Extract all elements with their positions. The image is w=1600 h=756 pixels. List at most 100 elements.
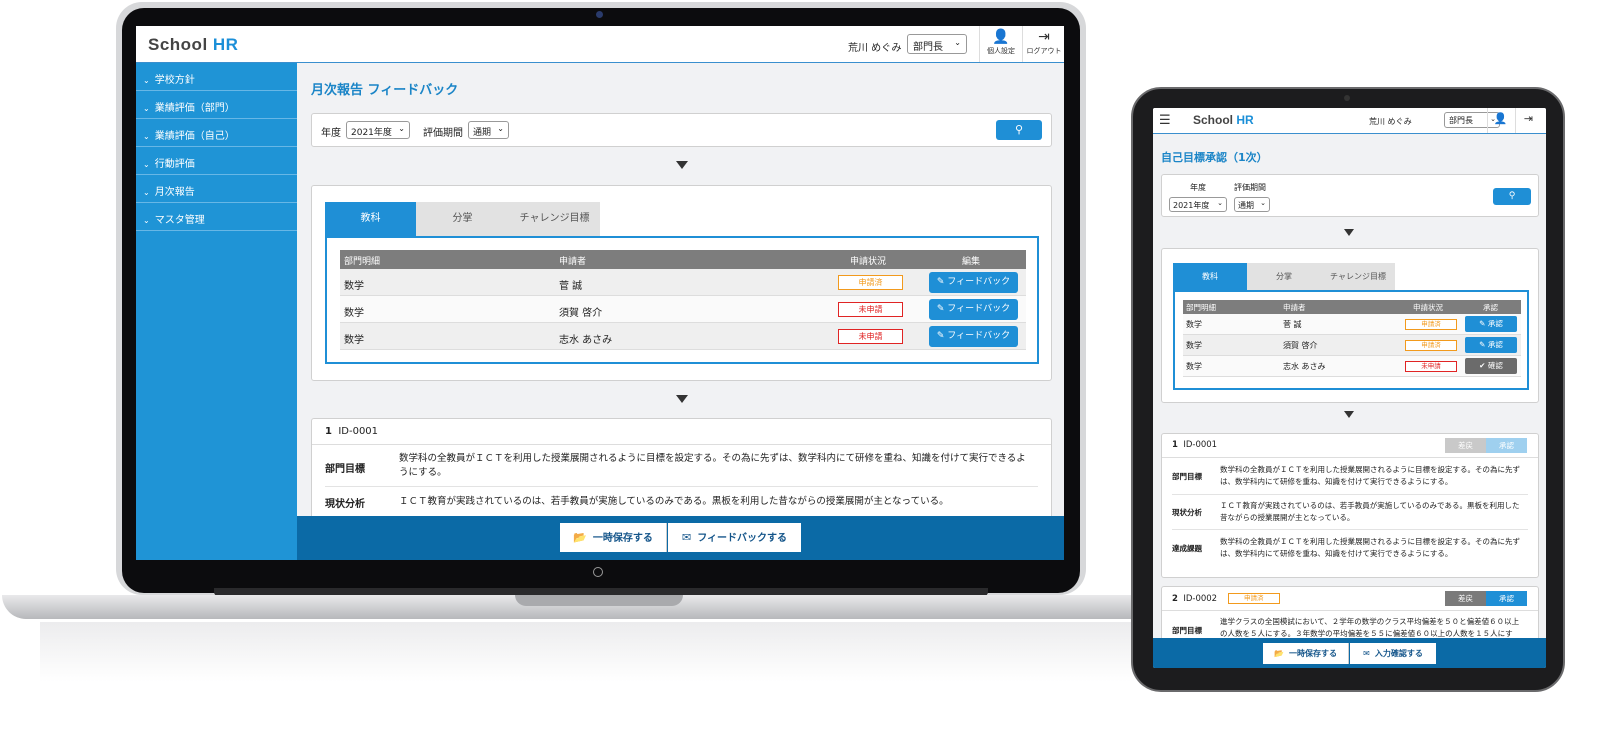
app-logo[interactable]: School HR <box>148 35 238 55</box>
detail-row: 現状分析 ＩＣＴ教育が実践されているのは、若手教員が実施しているのみである。黒板… <box>1172 495 1528 530</box>
tab-challenge[interactable]: チャレンジ目標 <box>509 202 600 236</box>
tablet-header: ☰ School HR 荒川 めぐみ 部門長 ⌄ 👤 ⇥ <box>1153 108 1546 134</box>
tab-duty[interactable]: 分掌 <box>1247 263 1321 290</box>
tab-subject[interactable]: 教科 <box>1173 263 1247 290</box>
feedback-icon: ✉ <box>681 531 692 544</box>
table-row: 数学 須賀 啓介 申請済 ✎ 承認 <box>1183 335 1521 356</box>
tab-duty[interactable]: 分掌 <box>416 202 509 236</box>
chevron-down-icon: ⌄ <box>143 132 150 141</box>
chevron-down-icon: ⌄ <box>143 104 150 113</box>
action-bar: 📂 一時保存する ✉ フィードバックする <box>297 516 1064 560</box>
sidebar: ⌄ 学校方針 ⌄ 業績評価（部門） ⌄ 業績評価（自己） ⌄ 行動評価 ⌄ 月次報告 ⌄ マ… <box>136 63 297 560</box>
table-row: 数学 志水 あさみ 未申請 ✎ フィードバック <box>340 323 1026 350</box>
chevron-down-icon: ⌄ <box>143 216 150 225</box>
user-name: 荒川 めぐみ <box>1369 117 1412 126</box>
search-panel: 年度 2021年度 ⌄ 評価期間 通期 ⌄ ⚲ <box>311 113 1052 147</box>
chevron-down-icon: ⌄ <box>143 160 150 169</box>
detail-row: 部門目標 数学科の全教員がＩＣＴを利用した授業展開されるように目標を設定する。そ… <box>1172 458 1528 495</box>
search-button[interactable]: ⚲ <box>996 120 1042 140</box>
detail-header: 1 ID-0001 <box>312 419 1051 445</box>
detail-header: 1 ID-0001 差戻 承認 <box>1162 434 1538 458</box>
feedback-button[interactable]: ✎ フィードバック <box>929 326 1018 347</box>
period-label: 評価期間 <box>1234 183 1266 192</box>
user-name: 荒川 めぐみ <box>848 43 902 54</box>
sidebar-item-master[interactable]: ⌄ マスタ管理 <box>136 203 297 231</box>
sidebar-item-school-policy[interactable]: ⌄ 学校方針 <box>136 63 297 91</box>
tab-subject[interactable]: 教科 <box>325 202 416 236</box>
profile-button[interactable]: 👤 個人設定 <box>979 26 1022 62</box>
chevron-down-icon: ⌄ <box>954 38 961 47</box>
logout-button[interactable]: ⇥ <box>1515 108 1541 133</box>
folder-icon: 📂 <box>1274 649 1284 658</box>
user-icon: 👤 <box>1493 112 1508 125</box>
arrow-down-icon <box>676 161 688 169</box>
period-select[interactable]: 通期 ⌄ <box>1234 197 1270 212</box>
table-row: 数学 志水 あさみ 未申請 ✔ 確認 <box>1183 356 1521 377</box>
period-label: 評価期間 <box>423 128 463 139</box>
tab-challenge[interactable]: チャレンジ目標 <box>1321 263 1395 290</box>
approve-button[interactable]: 承認 <box>1486 438 1527 453</box>
approve-button[interactable]: ✎ 承認 <box>1465 316 1517 332</box>
detail-row: 部門目標 数学科の全教員がＩＣＴを利用した授業展開されるように目標を設定する。そ… <box>325 445 1038 487</box>
feedback-button[interactable]: ✎ フィードバック <box>929 299 1018 320</box>
period-select[interactable]: 通期 ⌄ <box>468 121 509 139</box>
user-icon: 👤 <box>992 29 1010 45</box>
status-badge: 申請済 <box>1405 340 1457 351</box>
chevron-down-icon: ⌄ <box>143 76 150 85</box>
laptop-reflection <box>40 622 1140 682</box>
app-logo[interactable]: School HR <box>1193 113 1254 127</box>
status-badge: 未申請 <box>838 302 903 317</box>
sidebar-item-self-eval[interactable]: ⌄ 業績評価（自己） <box>136 119 297 147</box>
chevron-down-icon: ⌄ <box>1260 199 1266 207</box>
status-badge: 申請済 <box>1227 593 1280 604</box>
application-table: 部門明細 申請者 申請状況 編集 数学 菅 誠 申請済 ✎ フィードバック 数学… <box>340 250 1026 350</box>
year-select[interactable]: 2021年度 ⌄ <box>346 121 410 139</box>
send-feedback-button[interactable]: ✉ フィードバックする <box>668 523 801 552</box>
status-badge: 未申請 <box>1405 361 1457 372</box>
year-select[interactable]: 2021年度 ⌄ <box>1169 197 1227 212</box>
chevron-down-icon: ⌄ <box>398 124 405 133</box>
approve-button[interactable]: ✎ 承認 <box>1465 337 1517 353</box>
sidebar-item-dept-eval[interactable]: ⌄ 業績評価（部門） <box>136 91 297 119</box>
laptop-camera <box>596 11 603 18</box>
tab-panel: 教科 分掌 チャレンジ目標 部門明細 申請者 申請状況 編集 数学 菅 誠 申請… <box>311 185 1052 381</box>
power-icon <box>593 567 603 577</box>
main-content: 月次報告 フィードバック 年度 2021年度 ⌄ 評価期間 通期 ⌄ ⚲ 教科 分掌… <box>297 63 1064 560</box>
detail-row: 現状分析 ＩＣＴ教育が実践されているのは、若手教員が実施しているのみである。黒板… <box>325 496 949 510</box>
feedback-button[interactable]: ✎ フィードバック <box>929 272 1018 293</box>
reject-button[interactable]: 差戻 <box>1445 591 1486 606</box>
table-row: 数学 菅 誠 申請済 ✎ 承認 <box>1183 314 1521 335</box>
role-select[interactable]: 部門長 ⌄ <box>907 34 967 54</box>
page-title: 自己目標承認（1次） <box>1161 151 1268 164</box>
chevron-down-icon: ⌄ <box>1217 199 1223 207</box>
approve-button[interactable]: 承認 <box>1486 591 1527 606</box>
pencil-icon: ✎ <box>1479 340 1488 349</box>
chevron-down-icon: ⌄ <box>497 124 504 133</box>
table-header: 部門明細 申請者 申請状況 編集 <box>340 250 1026 269</box>
sidebar-item-behavior-eval[interactable]: ⌄ 行動評価 <box>136 147 297 175</box>
temp-save-button[interactable]: 📂 一時保存する <box>560 523 667 552</box>
logout-icon: ⇥ <box>1523 112 1534 125</box>
check-circle-icon: ✔ <box>1479 361 1488 370</box>
laptop-screen: School HR 荒川 めぐみ 部門長 ⌄ 👤 個人設定 ⇥ ログアウト ⌄ 学校… <box>136 26 1064 560</box>
tab-content: 部門明細 申請者 申請状況 編集 数学 菅 誠 申請済 ✎ フィードバック 数学… <box>325 236 1039 364</box>
profile-button[interactable]: 👤 <box>1487 108 1513 133</box>
tab-panel: 教科 分掌 チャレンジ目標 部門明細 申請者 申請状況 承認 数学 菅 誠 申請… <box>1161 248 1539 403</box>
search-button[interactable]: ⚲ <box>1493 188 1531 205</box>
chevron-down-icon: ⌄ <box>143 188 150 197</box>
input-confirm-button[interactable]: ✉ 入力確認する <box>1350 643 1436 664</box>
arrow-down-icon <box>1344 411 1354 418</box>
search-icon: ⚲ <box>1508 191 1516 201</box>
detail-row: 達成課題 数学科の全教員がＩＣＴを利用した授業展開されるように目標を設定する。そ… <box>1172 537 1520 558</box>
reject-button[interactable]: 差戻 <box>1445 438 1486 453</box>
sidebar-item-monthly-report[interactable]: ⌄ 月次報告 <box>136 175 297 203</box>
logout-button[interactable]: ⇥ ログアウト <box>1022 26 1064 62</box>
status-badge: 未申請 <box>838 329 903 344</box>
confirm-button[interactable]: ✔ 確認 <box>1465 358 1517 374</box>
temp-save-button[interactable]: 📂 一時保存する <box>1263 643 1349 664</box>
arrow-down-icon <box>1344 229 1354 236</box>
hamburger-menu-icon[interactable]: ☰ <box>1159 113 1171 128</box>
status-badge: 申請済 <box>838 275 903 290</box>
table-header: 部門明細 申請者 申請状況 承認 <box>1183 300 1521 314</box>
detail-header: 2 ID-0002 申請済 差戻 承認 <box>1162 587 1538 611</box>
